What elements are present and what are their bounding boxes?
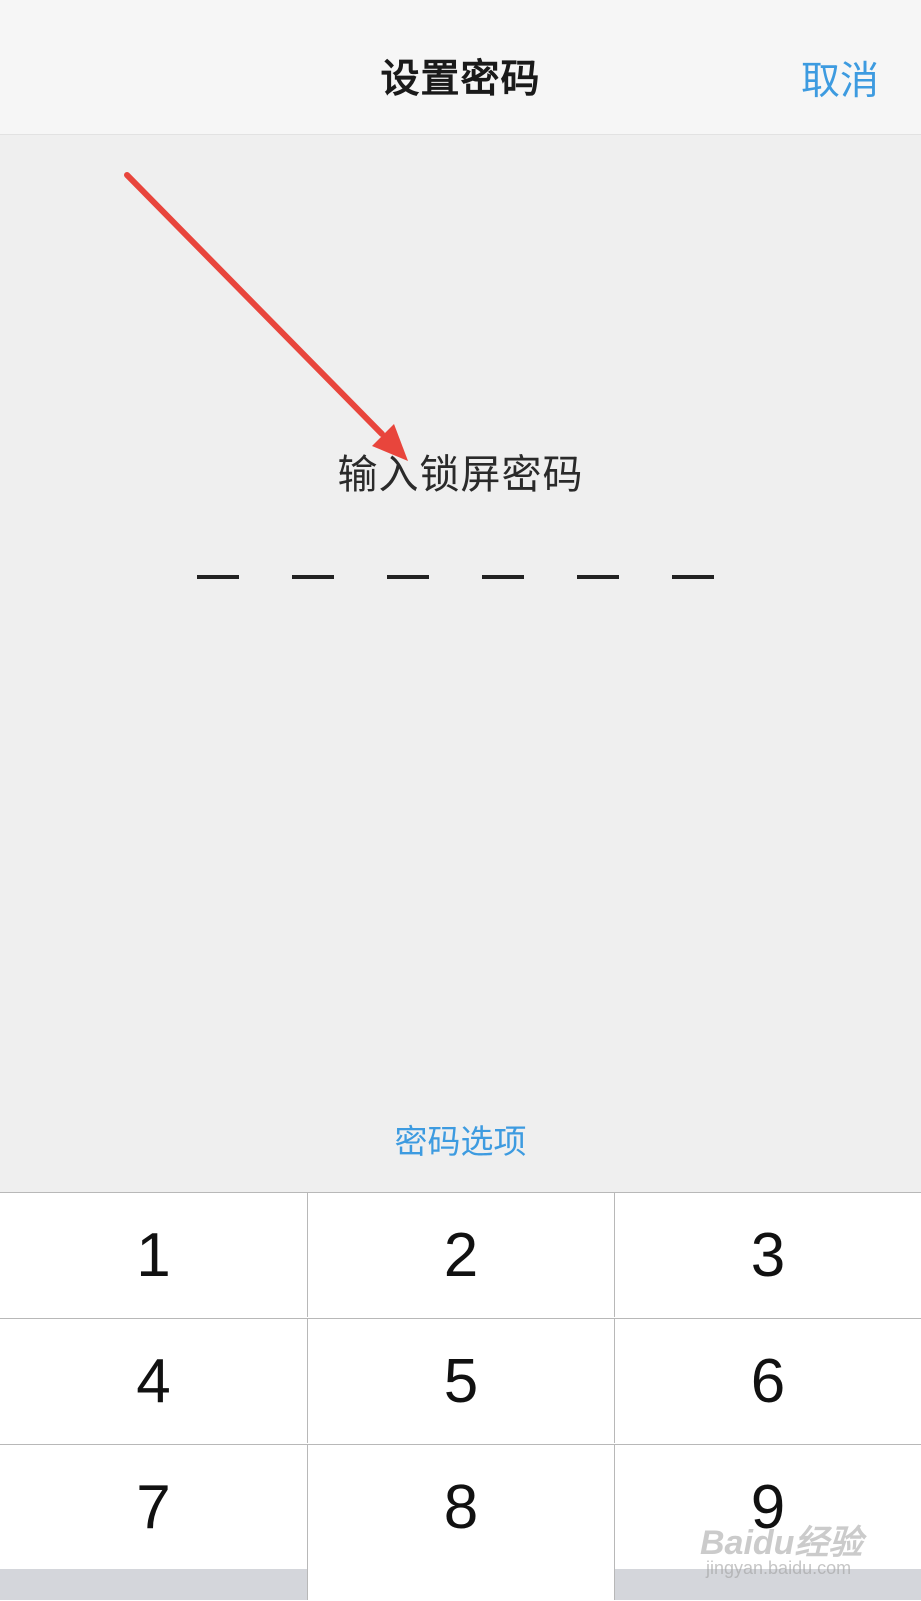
passcode-slot [482,575,524,579]
passcode-options-link[interactable]: 密码选项 [0,1115,921,1163]
watermark-logo: Baidu经验 [700,1524,863,1562]
cancel-button[interactable]: 取消 [801,50,879,106]
passcode-slot [197,575,239,579]
key-1[interactable]: 1 [0,1193,307,1317]
passcode-slot [577,575,619,579]
keypad-blank-key [0,1569,307,1600]
key-5[interactable]: 5 [307,1319,615,1443]
passcode-slot [387,575,429,579]
key-3[interactable]: 3 [615,1193,921,1317]
key-2[interactable]: 2 [307,1193,615,1317]
page-title: 设置密码 [380,57,541,102]
passcode-entry [197,575,725,579]
baidu-watermark: Baidu经验 jingyan.baidu.com [700,1515,870,1585]
key-0[interactable] [307,1569,615,1600]
passcode-slot [672,575,714,579]
key-4[interactable]: 4 [0,1319,307,1443]
passcode-slot [292,575,334,579]
watermark-url: jingyan.baidu.com [706,1558,852,1578]
key-6[interactable]: 6 [615,1319,921,1443]
key-7[interactable]: 7 [0,1445,307,1569]
navigation-bar: 设置密码 取消 [0,0,921,135]
key-8[interactable]: 8 [307,1445,615,1569]
passcode-prompt: 输入锁屏密码 [337,452,584,498]
